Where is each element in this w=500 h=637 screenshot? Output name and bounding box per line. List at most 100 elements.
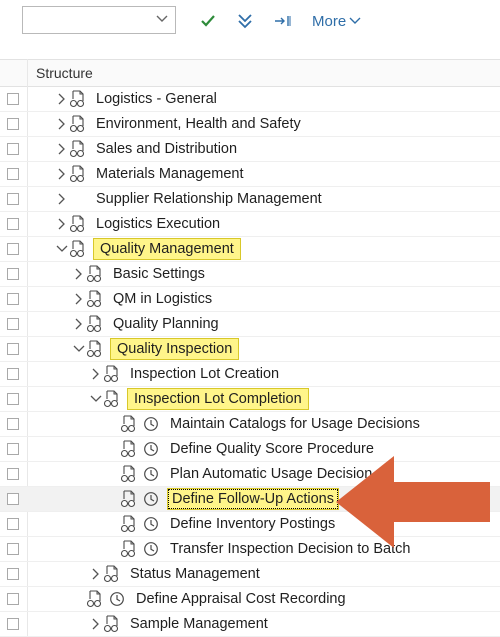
chevron-right-icon[interactable] — [73, 317, 83, 331]
clock-icon[interactable] — [109, 591, 125, 607]
clock-icon[interactable] — [143, 466, 159, 482]
tree-row[interactable]: Environment, Health and Safety — [0, 112, 500, 137]
row-select-checkbox[interactable] — [7, 118, 19, 130]
tree-node-label[interactable]: Quality Management — [93, 238, 241, 260]
node-doc-glasses-icon[interactable] — [120, 465, 138, 483]
node-doc-glasses-icon[interactable] — [103, 615, 121, 633]
tree-row[interactable]: Sample Management — [0, 612, 500, 637]
node-doc-glasses-icon[interactable] — [69, 215, 87, 233]
node-doc-glasses-icon[interactable] — [86, 590, 104, 608]
tree-row[interactable]: Quality Inspection — [0, 337, 500, 362]
tree-row[interactable]: Inspection Lot Completion — [0, 387, 500, 412]
tree-node-label[interactable]: Inspection Lot Completion — [127, 388, 309, 410]
row-select-checkbox[interactable] — [7, 293, 19, 305]
row-select-checkbox[interactable] — [7, 218, 19, 230]
tree-node-label[interactable]: Define Appraisal Cost Recording — [133, 590, 349, 608]
tree-row[interactable]: Logistics Execution — [0, 212, 500, 237]
tree-row[interactable]: Materials Management — [0, 162, 500, 187]
tree-node-label[interactable]: Logistics Execution — [93, 215, 223, 233]
node-doc-glasses-icon[interactable] — [120, 440, 138, 458]
chevron-down-icon[interactable] — [73, 342, 85, 356]
chevron-right-icon[interactable] — [56, 92, 66, 106]
clock-icon[interactable] — [143, 416, 159, 432]
chevron-down-icon[interactable] — [90, 392, 102, 406]
clock-icon[interactable] — [143, 441, 159, 457]
node-doc-glasses-icon[interactable] — [103, 565, 121, 583]
tree-node-label[interactable]: Basic Settings — [110, 265, 208, 283]
row-select-checkbox[interactable] — [7, 393, 19, 405]
tree-node-label[interactable]: Supplier Relationship Management — [93, 190, 325, 208]
row-select-checkbox[interactable] — [7, 168, 19, 180]
row-select-checkbox[interactable] — [7, 493, 19, 505]
tree-row[interactable]: Basic Settings — [0, 262, 500, 287]
row-select-checkbox[interactable] — [7, 593, 19, 605]
node-doc-glasses-icon[interactable] — [86, 290, 104, 308]
tree-node-label[interactable]: Logistics - General — [93, 90, 220, 108]
row-select-checkbox[interactable] — [7, 243, 19, 255]
chevron-right-icon[interactable] — [56, 142, 66, 156]
row-select-checkbox[interactable] — [7, 143, 19, 155]
row-select-checkbox[interactable] — [7, 468, 19, 480]
chevron-right-icon[interactable] — [73, 267, 83, 281]
tree-node-label[interactable]: Define Follow-Up Actions — [167, 488, 339, 510]
tree-row[interactable]: Sales and Distribution — [0, 137, 500, 162]
tree-node-label[interactable]: Environment, Health and Safety — [93, 115, 304, 133]
confirm-button[interactable] — [199, 10, 217, 32]
row-select-checkbox[interactable] — [7, 618, 19, 630]
chevron-right-icon[interactable] — [73, 292, 83, 306]
tree-node-label[interactable]: Quality Planning — [110, 315, 222, 333]
clock-icon[interactable] — [143, 541, 159, 557]
tree-row[interactable]: Inspection Lot Creation — [0, 362, 500, 387]
node-doc-glasses-icon[interactable] — [69, 140, 87, 158]
node-doc-glasses-icon[interactable] — [120, 490, 138, 508]
row-select-checkbox[interactable] — [7, 93, 19, 105]
chevron-right-icon[interactable] — [56, 167, 66, 181]
tree-row[interactable]: Define Appraisal Cost Recording — [0, 587, 500, 612]
row-select-checkbox[interactable] — [7, 268, 19, 280]
tree-node-label[interactable]: Sample Management — [127, 615, 271, 633]
chevron-right-icon[interactable] — [90, 617, 100, 631]
tree-node-label[interactable]: Quality Inspection — [110, 338, 240, 360]
tree-row[interactable]: Quality Management — [0, 237, 500, 262]
tree-row[interactable]: Supplier Relationship Management — [0, 187, 500, 212]
tree-node-label[interactable]: Materials Management — [93, 165, 247, 183]
tree-row[interactable]: QM in Logistics — [0, 287, 500, 312]
row-select-checkbox[interactable] — [7, 568, 19, 580]
node-doc-glasses-icon[interactable] — [69, 115, 87, 133]
tree-row[interactable]: Quality Planning — [0, 312, 500, 337]
tree-node-label[interactable]: Sales and Distribution — [93, 140, 240, 158]
node-doc-glasses-icon[interactable] — [69, 90, 87, 108]
node-doc-glasses-icon[interactable] — [86, 315, 104, 333]
row-select-checkbox[interactable] — [7, 343, 19, 355]
row-select-checkbox[interactable] — [7, 543, 19, 555]
node-doc-glasses-icon[interactable] — [103, 365, 121, 383]
chevron-right-icon[interactable] — [56, 217, 66, 231]
node-doc-glasses-icon[interactable] — [120, 540, 138, 558]
tree-node-label[interactable]: Status Management — [127, 565, 263, 583]
node-doc-glasses-icon[interactable] — [120, 415, 138, 433]
tree-node-label[interactable]: Define Inventory Postings — [167, 515, 338, 533]
tree-node-label[interactable]: QM in Logistics — [110, 290, 215, 308]
chevron-right-icon[interactable] — [56, 117, 66, 131]
tree-row[interactable]: Maintain Catalogs for Usage Decisions — [0, 412, 500, 437]
tree-row[interactable]: Status Management — [0, 562, 500, 587]
more-menu-button[interactable]: More — [312, 10, 368, 32]
row-select-checkbox[interactable] — [7, 418, 19, 430]
node-doc-glasses-icon[interactable] — [120, 515, 138, 533]
clock-icon[interactable] — [143, 516, 159, 532]
clock-icon[interactable] — [143, 491, 159, 507]
row-select-checkbox[interactable] — [7, 443, 19, 455]
node-doc-glasses-icon[interactable] — [103, 390, 121, 408]
expand-all-button[interactable] — [236, 10, 254, 32]
position-button[interactable] — [273, 10, 293, 32]
node-doc-glasses-icon[interactable] — [69, 165, 87, 183]
chevron-right-icon[interactable] — [56, 192, 66, 206]
node-doc-glasses-icon[interactable] — [86, 340, 104, 358]
chevron-right-icon[interactable] — [90, 567, 100, 581]
tree-node-label[interactable]: Inspection Lot Creation — [127, 365, 282, 383]
chevron-down-icon[interactable] — [56, 242, 68, 256]
tree-row[interactable]: Logistics - General — [0, 87, 500, 112]
node-doc-glasses-icon[interactable] — [69, 240, 87, 258]
tree-node-label[interactable]: Maintain Catalogs for Usage Decisions — [167, 415, 423, 433]
node-doc-glasses-icon[interactable] — [86, 265, 104, 283]
